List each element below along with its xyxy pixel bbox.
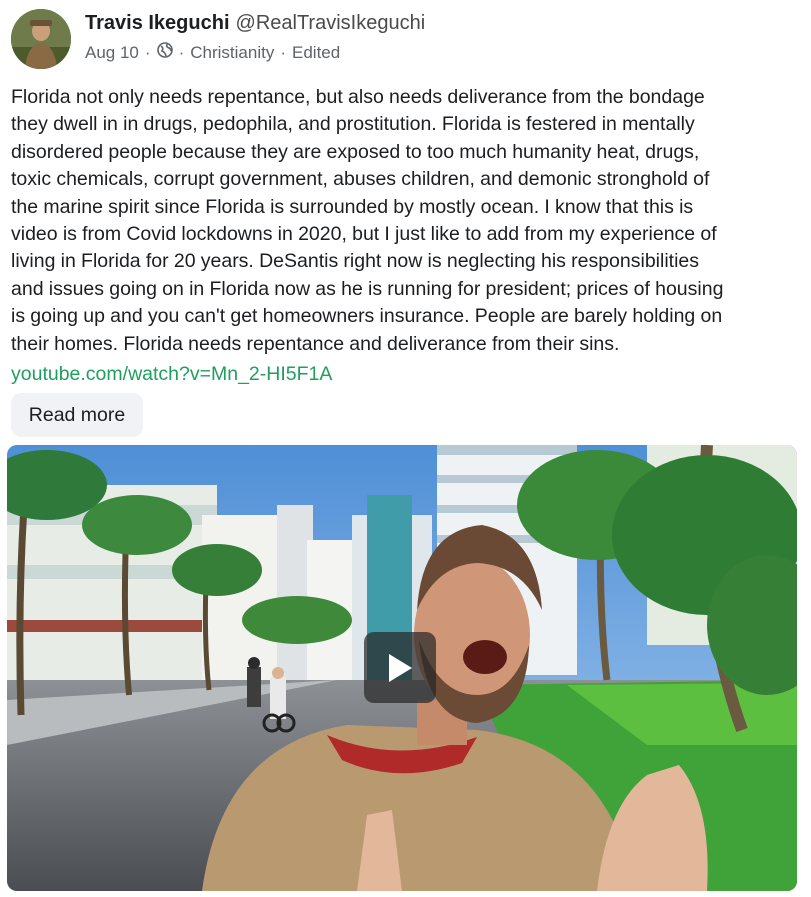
post-topic[interactable]: Christianity — [190, 43, 274, 63]
video-thumbnail[interactable] — [7, 445, 797, 891]
meta-separator: · — [178, 42, 185, 62]
post-date[interactable]: Aug 10 — [85, 43, 139, 63]
globe-icon — [156, 42, 173, 63]
author-avatar[interactable] — [11, 9, 71, 69]
play-icon — [389, 653, 412, 682]
post-link[interactable]: youtube.com/watch?v=Mn_2-HI5F1A — [11, 363, 332, 386]
meta-separator: · — [144, 42, 151, 62]
edited-label: Edited — [292, 42, 341, 62]
read-more-button[interactable]: Read more — [11, 393, 143, 437]
author-line: Travis Ikeguchi @RealTravisIkeguchi — [85, 12, 425, 35]
avatar-image — [11, 9, 71, 69]
author-handle[interactable]: @RealTravisIkeguchi — [236, 12, 426, 34]
author-name[interactable]: Travis Ikeguchi — [85, 12, 230, 34]
meta-separator: · — [280, 42, 286, 62]
post-meta: Aug 10 · · Christianity · Edited — [85, 42, 340, 63]
play-button[interactable] — [364, 632, 436, 703]
post-text: Florida not only needs repentance, but a… — [11, 86, 724, 355]
